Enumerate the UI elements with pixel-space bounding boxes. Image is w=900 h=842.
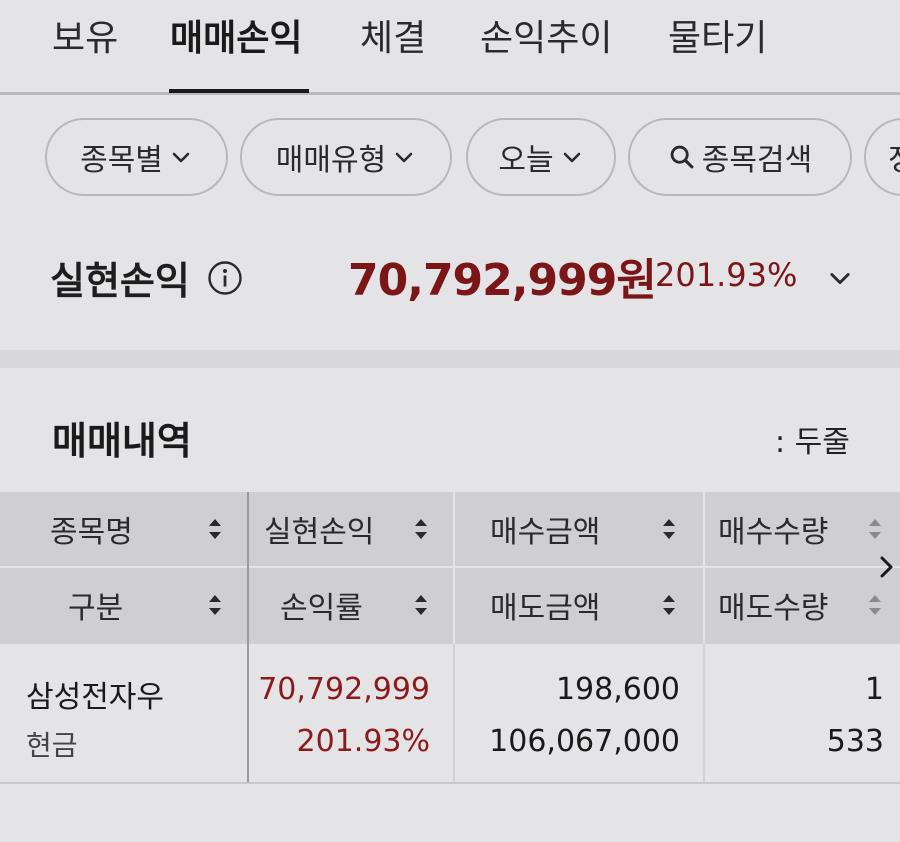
table-header: 종목명 실현손익 매수금액 매수수량 구분 손익률 매도금액 매도수량: [0, 492, 900, 644]
column-divider: [703, 644, 705, 782]
header-sell-amount[interactable]: 매도금액: [490, 568, 600, 642]
header-stock-name[interactable]: 종목명: [50, 492, 133, 566]
realized-pl-cell: 70,792,999: [258, 672, 430, 707]
pl-rate-cell: 201.93%: [296, 724, 430, 759]
filter-trade-type-label: 매매유형: [275, 143, 387, 178]
tab-bar: 보유 매매손익 체결 손익추이 물타기: [0, 0, 900, 95]
realized-pl-amount: 70,792,999원: [348, 255, 657, 306]
header-buy-quantity[interactable]: 매수수량: [718, 492, 828, 566]
view-mode-toggle[interactable]: : 두줄: [775, 417, 850, 461]
stock-search-button[interactable]: 종목검색: [628, 118, 852, 196]
sort-icon[interactable]: [412, 514, 430, 544]
trade-history-table: 종목명 실현손익 매수금액 매수수량 구분 손익률 매도금액 매도수량 삼성전자…: [0, 492, 900, 784]
header-pl-rate[interactable]: 손익률: [280, 568, 363, 642]
realized-pl-label: 실현손익: [50, 259, 190, 303]
sell-amount-cell: 106,067,000: [489, 724, 680, 759]
info-icon[interactable]: [207, 260, 243, 296]
table-body: 삼성전자우 현금 70,792,999 201.93% 198,600 106,…: [0, 644, 900, 784]
tab-averaging-down[interactable]: 물타기: [668, 12, 767, 92]
stock-search-label: 종목검색: [701, 143, 813, 178]
sort-icon[interactable]: [206, 590, 224, 620]
stock-name-cell: 삼성전자우: [26, 680, 164, 715]
header-sell-quantity[interactable]: 매도수량: [718, 568, 828, 642]
header-buy-amount[interactable]: 매수금액: [490, 492, 600, 566]
sort-icon[interactable]: [866, 590, 884, 620]
header-realized-pl[interactable]: 실현손익: [264, 492, 374, 566]
sort-icon[interactable]: [206, 514, 224, 544]
filter-trade-type-button[interactable]: 매매유형: [240, 118, 452, 196]
filter-more-button[interactable]: 정: [864, 118, 900, 196]
column-divider: [703, 492, 705, 644]
filter-bar: 종목별 매매유형 오늘 종목검색 정: [0, 118, 900, 198]
section-title: 매매내역: [52, 419, 192, 463]
header-category[interactable]: 구분: [68, 568, 123, 642]
tab-trading-pl[interactable]: 매매손익: [170, 12, 302, 92]
chevron-right-icon[interactable]: [876, 552, 898, 582]
category-cell: 현금: [26, 729, 78, 762]
realized-pl-rate: 201.93%: [655, 256, 798, 294]
chevron-down-icon: [395, 152, 413, 163]
filter-period-button[interactable]: 오늘: [466, 118, 616, 196]
sort-icon[interactable]: [866, 514, 884, 544]
filter-by-stock-label: 종목별: [80, 143, 163, 178]
chevron-down-icon: [563, 152, 580, 163]
sort-icon[interactable]: [412, 590, 430, 620]
sell-quantity-cell: 533: [826, 724, 884, 759]
tab-pl-trend[interactable]: 손익추이: [480, 12, 612, 92]
chevron-down-icon: [172, 152, 190, 163]
search-icon: [670, 145, 694, 169]
realized-pl-summary: 실현손익 70,792,999원 201.93%: [0, 230, 900, 330]
buy-amount-cell: 198,600: [555, 672, 680, 707]
tab-holdings[interactable]: 보유: [52, 12, 118, 92]
active-tab-indicator: [169, 89, 309, 93]
sort-icon[interactable]: [660, 590, 678, 620]
section-divider: [0, 350, 900, 368]
chevron-down-icon[interactable]: [826, 264, 854, 292]
sort-icon[interactable]: [660, 514, 678, 544]
tab-executions[interactable]: 체결: [360, 12, 426, 92]
filter-by-stock-button[interactable]: 종목별: [45, 118, 228, 196]
column-divider: [453, 644, 455, 782]
filter-period-label: 오늘: [498, 143, 554, 178]
buy-quantity-cell: 1: [864, 672, 884, 707]
filter-more-label: 정: [888, 135, 900, 179]
column-divider: [453, 492, 455, 644]
